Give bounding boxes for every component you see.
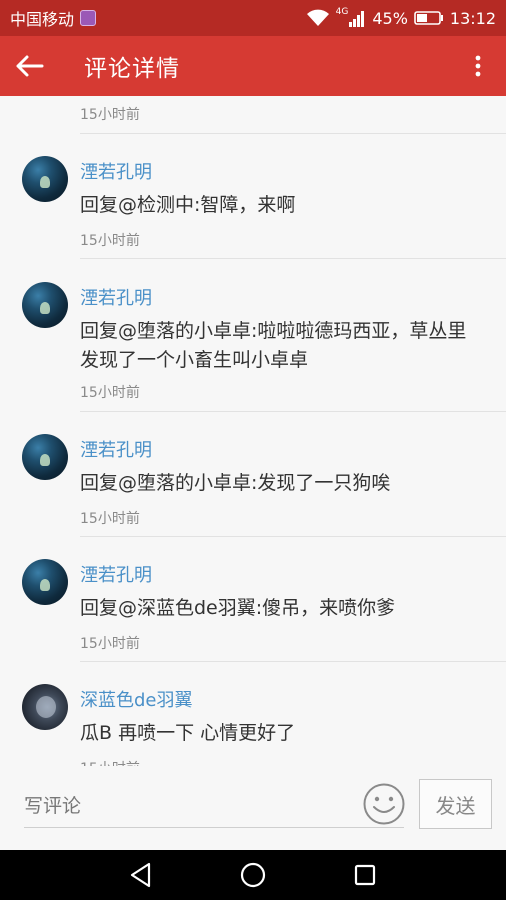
smiley-icon xyxy=(363,783,405,825)
avatar[interactable] xyxy=(22,684,68,730)
comment-time: 15小时前 xyxy=(80,385,140,401)
wifi-icon xyxy=(306,9,330,27)
comment-username[interactable]: 湮若孔明 xyxy=(80,561,152,587)
divider xyxy=(80,258,506,259)
divider xyxy=(80,661,506,662)
comment-content: 瓜B 再喷一下 心情更好了 xyxy=(80,722,296,744)
system-nav-bar xyxy=(0,850,506,900)
comment-time: 15小时前 xyxy=(80,107,140,123)
comment-content: 回复@深蓝色de羽翼:傻吊，来喷你爹 xyxy=(80,597,396,619)
divider xyxy=(80,536,506,537)
page-title: 评论详情 xyxy=(84,56,180,82)
nav-back-button[interactable] xyxy=(121,855,161,895)
comment-time: 15小时前 xyxy=(80,511,140,527)
comment-content: 回复@堕落的小卓卓:啦啦啦德玛西亚，草丛里发现了一个小畜生叫小卓卓 xyxy=(80,320,467,371)
avatar[interactable] xyxy=(22,559,68,605)
comment-time: 15小时前 xyxy=(80,758,140,766)
comment-username[interactable]: 湮若孔明 xyxy=(80,436,152,462)
comment-username[interactable]: 湮若孔明 xyxy=(80,284,152,310)
comment-content: 回复@检测中:智障，来啊 xyxy=(80,194,296,216)
comment-time: 15小时前 xyxy=(80,233,140,249)
comment-content: 回复@堕落的小卓卓:发现了一只狗唉 xyxy=(80,472,391,494)
status-bar: 中国移动 4G 45% 13:12 xyxy=(0,0,506,36)
nav-home-button[interactable] xyxy=(233,855,273,895)
network-type-label: 4G xyxy=(335,7,349,17)
carrier-label: 中国移动 xyxy=(10,10,75,29)
divider xyxy=(80,411,506,412)
clock: 13:12 xyxy=(449,8,496,28)
avatar[interactable] xyxy=(22,156,68,202)
comment-input[interactable] xyxy=(24,784,404,828)
status-left: 中国移动 xyxy=(10,6,97,30)
back-button[interactable] xyxy=(0,36,58,96)
circle-home-icon xyxy=(240,862,266,888)
status-right: 4G 45% 13:12 xyxy=(306,7,496,28)
signal-icon xyxy=(348,9,366,27)
comment-input-bar: 发送 xyxy=(0,766,506,850)
triangle-back-icon xyxy=(130,862,151,888)
square-recent-icon xyxy=(354,864,376,886)
app-bar: 评论详情 xyxy=(0,36,506,96)
battery-icon xyxy=(414,10,444,26)
battery-percent: 45% xyxy=(372,8,408,28)
emoji-button[interactable] xyxy=(362,782,406,826)
arrow-left-icon xyxy=(16,55,44,77)
more-options-button[interactable] xyxy=(450,36,506,96)
comment-username[interactable]: 深蓝色de羽翼 xyxy=(80,686,193,712)
sim-icon xyxy=(80,10,97,26)
more-vert-icon xyxy=(475,55,481,77)
avatar[interactable] xyxy=(22,434,68,480)
comment-time: 15小时前 xyxy=(80,636,140,652)
comment-username[interactable]: 湮若孔明 xyxy=(80,158,152,184)
divider xyxy=(80,133,506,134)
send-button[interactable]: 发送 xyxy=(419,779,492,829)
comment-list[interactable]: 15小时前 湮若孔明 回复@检测中:智障，来啊 15小时前 湮若孔明 回复@堕落… xyxy=(0,96,506,766)
avatar[interactable] xyxy=(22,282,68,328)
nav-recent-button[interactable] xyxy=(345,855,385,895)
